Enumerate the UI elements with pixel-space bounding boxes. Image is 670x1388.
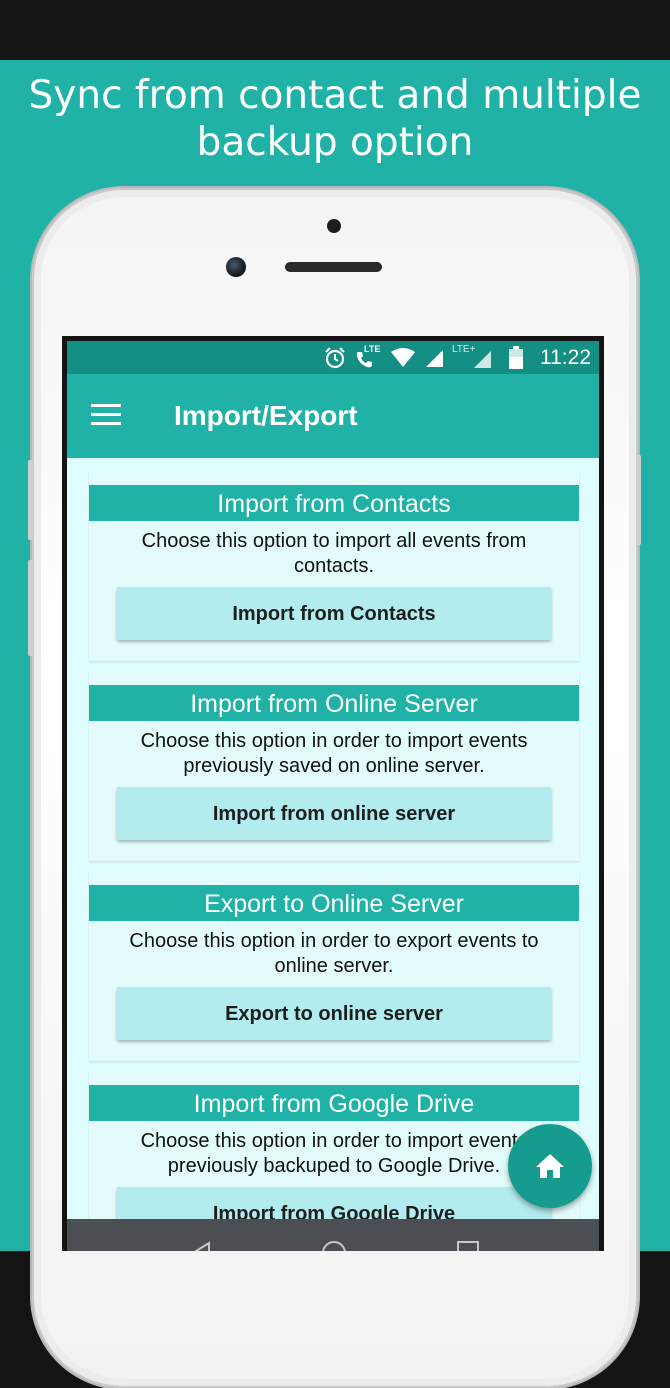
card-title: Import from Google Drive <box>89 1085 579 1121</box>
alarm-icon <box>325 347 345 369</box>
earpiece-speaker <box>285 262 382 272</box>
card-title: Import from Online Server <box>89 685 579 721</box>
app-title: Import/Export <box>174 400 358 431</box>
card-title: Import from Contacts <box>89 485 579 521</box>
app-screen: LTE LTE+ 11:22 Import/Export Import from… <box>67 341 599 1251</box>
phone-side-button <box>28 460 33 540</box>
card-export-online-server: Export to Online Server Choose this opti… <box>89 871 579 1061</box>
card-import-contacts: Import from Contacts Choose this option … <box>89 471 579 661</box>
home-fab-button[interactable] <box>508 1124 592 1208</box>
recents-icon[interactable] <box>457 1241 479 1251</box>
card-description: Choose this option in order to export ev… <box>129 930 539 977</box>
home-icon <box>536 1154 564 1178</box>
app-bar: Import/Export <box>67 374 599 458</box>
battery-icon <box>509 346 523 369</box>
status-icons: LTE LTE+ 11:22 <box>324 344 591 372</box>
hamburger-menu-icon[interactable] <box>91 404 121 428</box>
back-icon[interactable] <box>189 1241 213 1251</box>
proximity-sensor <box>327 219 341 233</box>
phone-side-button <box>28 560 33 656</box>
promo-headline: Sync from contact and multiple backup op… <box>28 73 642 165</box>
lte-plus-signal-icon: LTE+ <box>452 344 494 369</box>
android-nav-bar <box>67 1219 599 1251</box>
front-camera <box>226 257 246 277</box>
card-description: Choose this option in order to import ev… <box>140 730 528 777</box>
home-nav-icon[interactable] <box>322 1241 346 1251</box>
import-from-contacts-button[interactable]: Import from Contacts <box>117 587 551 640</box>
card-title: Export to Online Server <box>89 885 579 921</box>
card-description: Choose this option in order to import ev… <box>140 1130 528 1177</box>
status-bar: LTE LTE+ 11:22 <box>67 341 599 374</box>
call-lte-icon: LTE <box>354 344 382 370</box>
top-black-bar <box>0 0 670 60</box>
card-import-online-server: Import from Online Server Choose this op… <box>89 671 579 861</box>
import-from-online-server-button[interactable]: Import from online server <box>117 787 551 840</box>
signal-icon <box>426 350 443 367</box>
lte-label: LTE <box>364 344 381 354</box>
export-to-online-server-button[interactable]: Export to online server <box>117 987 551 1040</box>
phone-side-button <box>636 455 641 545</box>
wifi-icon <box>391 348 415 367</box>
status-time: 11:22 <box>540 346 591 369</box>
phone-screen: LTE LTE+ 11:22 Import/Export Import from… <box>62 336 604 1251</box>
card-description: Choose this option to import all events … <box>141 530 527 577</box>
import-export-list[interactable]: Import from Contacts Choose this option … <box>67 458 599 1251</box>
